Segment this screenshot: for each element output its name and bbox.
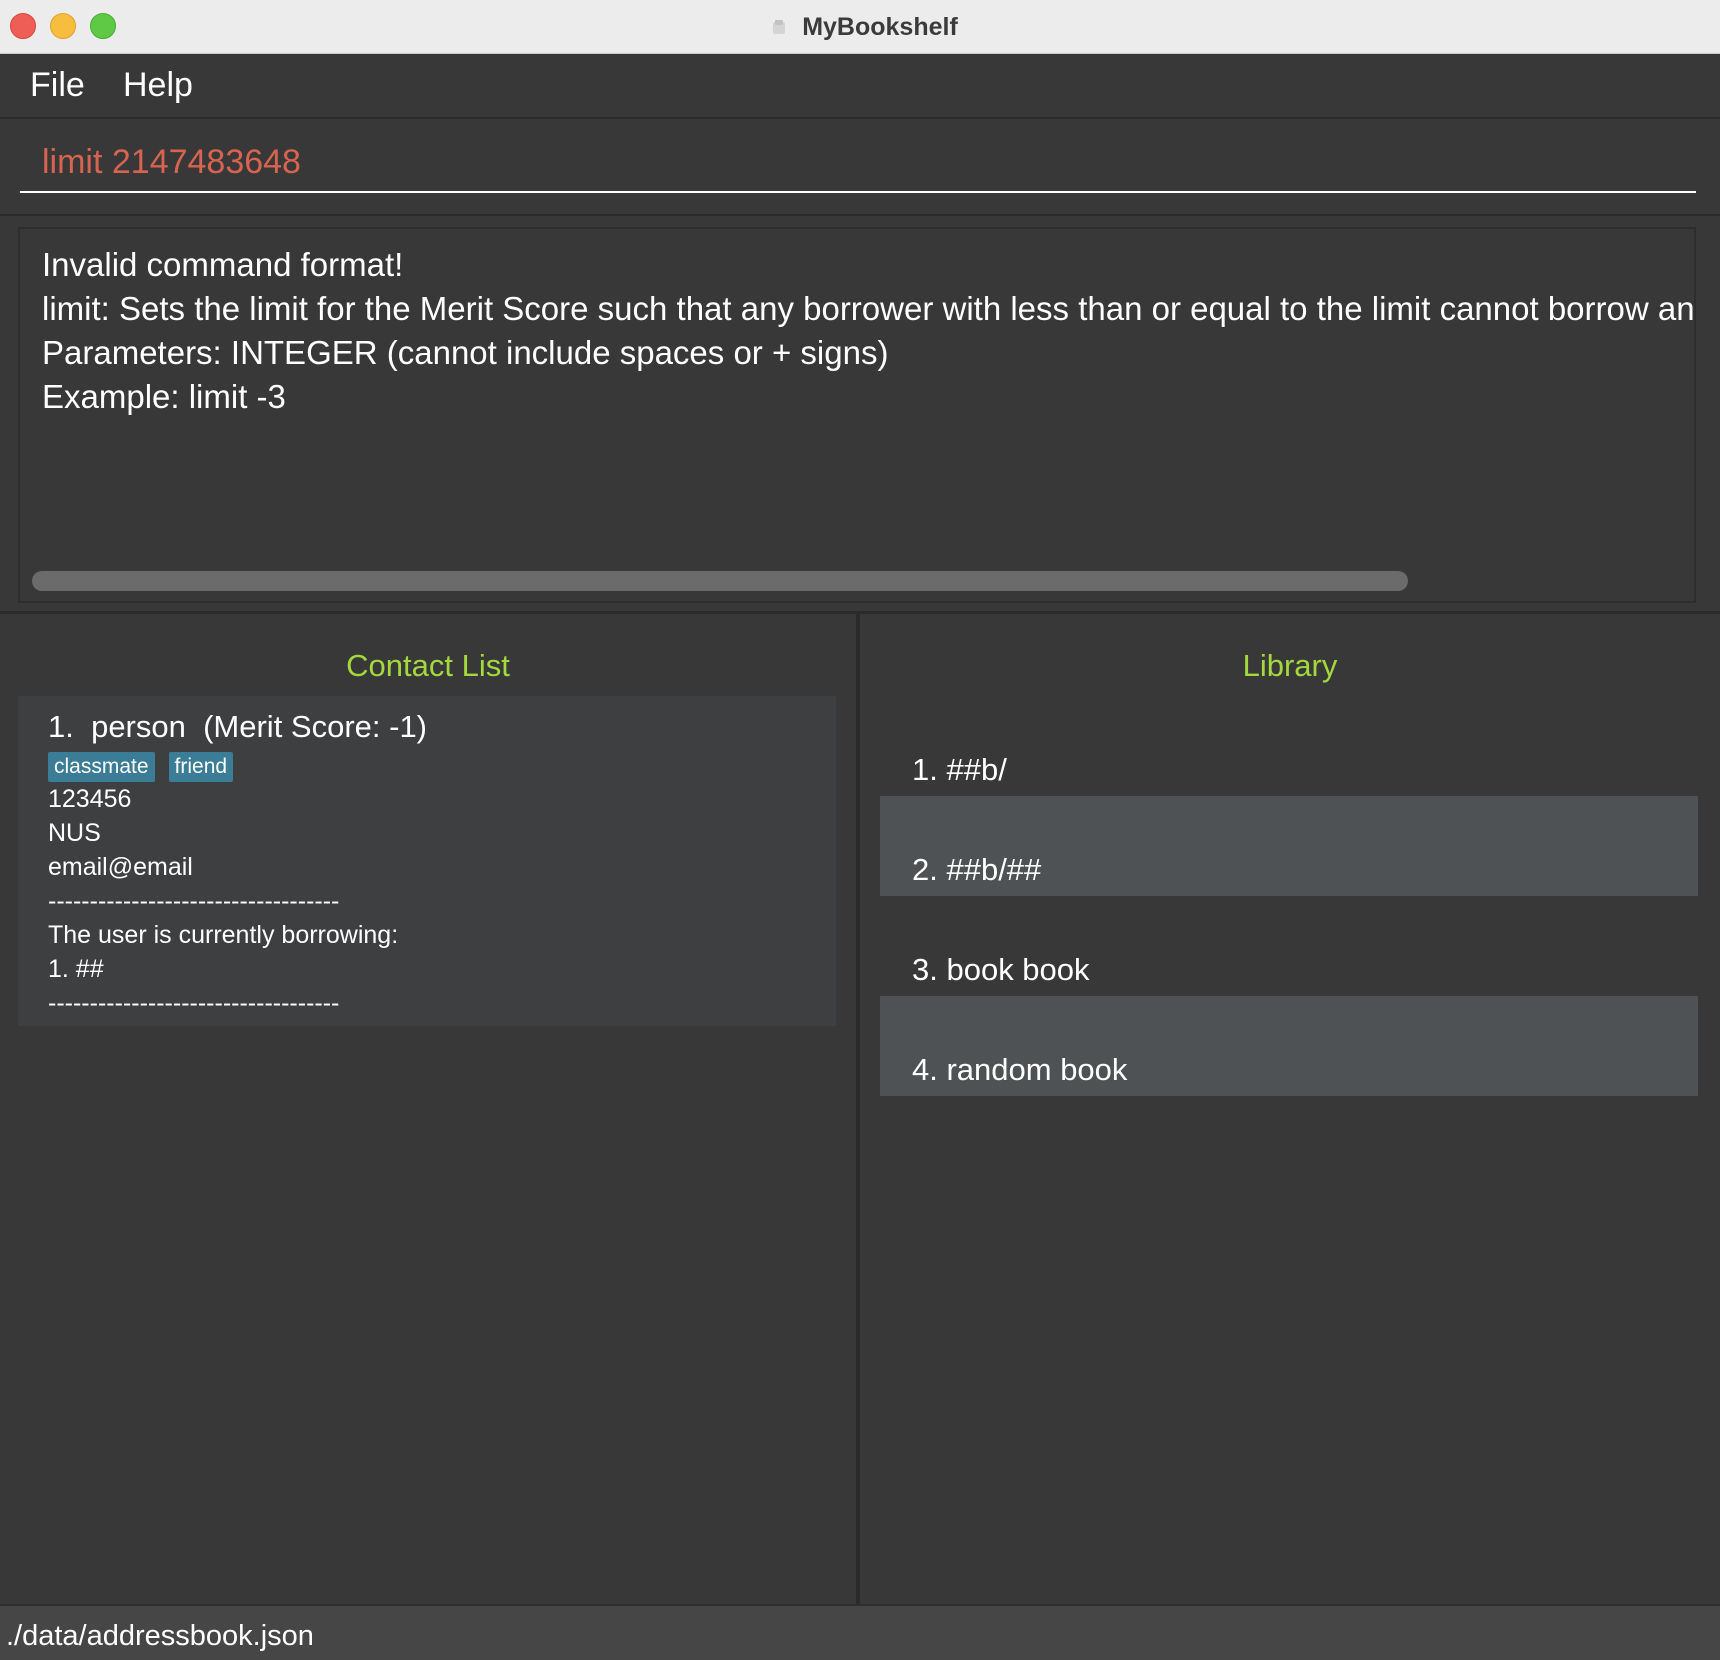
library-item[interactable]: 3. book book (880, 896, 1698, 996)
result-line-error: Invalid command format! (42, 246, 404, 283)
contact-address: NUS (48, 819, 101, 847)
contact-tags: classmate friend (48, 752, 808, 782)
contact-phone: 123456 (48, 785, 132, 813)
contact-email: email@email (48, 853, 193, 881)
contact-separator-end: ----------------------------------- (48, 989, 340, 1017)
book-label: 2. ##b/## (912, 852, 1042, 887)
contact-name: 1. person (Merit Score: -1) (48, 709, 428, 744)
book-label: 1. ##b/ (912, 752, 1007, 787)
library-item[interactable]: 4. random book (880, 996, 1698, 1096)
library-list[interactable]: 1. ##b/ 2. ##b/## 3. book book 4. random… (880, 696, 1698, 1096)
result-horizontal-scrollbar[interactable] (32, 571, 1408, 591)
window-title: MyBookshelf (802, 12, 958, 41)
tag-friend: friend (168, 752, 234, 782)
contact-list-panel: Contact List 1. person (Merit Score: -1)… (0, 614, 856, 1604)
tag-classmate: classmate (48, 752, 155, 782)
menu-bar: File Help (0, 54, 1720, 119)
contact-card[interactable]: 1. person (Merit Score: -1) classmate fr… (48, 708, 808, 1020)
book-label: 3. book book (912, 952, 1090, 987)
save-file-path: ./data/addressbook.json (6, 1620, 314, 1652)
menu-help[interactable]: Help (123, 66, 193, 105)
result-line-usage: limit: Sets the limit for the Merit Scor… (42, 290, 1696, 327)
window-title-group: MyBookshelf (0, 0, 1720, 54)
library-item[interactable]: 2. ##b/## (880, 796, 1698, 896)
contact-list[interactable]: 1. person (Merit Score: -1) classmate fr… (18, 696, 836, 1026)
menu-file[interactable]: File (30, 66, 85, 105)
app-window: MyBookshelf File Help Invalid command fo… (0, 0, 1720, 1660)
result-display[interactable]: Invalid command format! limit: Sets the … (18, 227, 1696, 603)
borrowed-book: 1. ## (48, 955, 104, 983)
library-item[interactable]: 1. ##b/ (880, 696, 1698, 796)
contact-separator: ----------------------------------- (48, 887, 340, 915)
contact-list-title: Contact List (346, 648, 510, 683)
result-display-container: Invalid command format! limit: Sets the … (0, 216, 1720, 614)
result-line-parameters: Parameters: INTEGER (cannot include spac… (42, 334, 889, 371)
command-box (0, 119, 1720, 216)
result-line-example: Example: limit -3 (42, 378, 286, 415)
library-title: Library (1242, 648, 1338, 683)
command-input[interactable] (20, 133, 1696, 193)
document-proxy-icon (770, 18, 788, 36)
status-bar: ./data/addressbook.json (0, 1604, 1720, 1660)
result-text: Invalid command format! limit: Sets the … (42, 243, 1696, 419)
library-panel: Library 1. ##b/ 2. ##b/## 3. book book 4… (860, 614, 1720, 1604)
borrowing-header: The user is currently borrowing: (48, 921, 399, 949)
title-bar: MyBookshelf (0, 0, 1720, 54)
book-label: 4. random book (912, 1052, 1128, 1087)
